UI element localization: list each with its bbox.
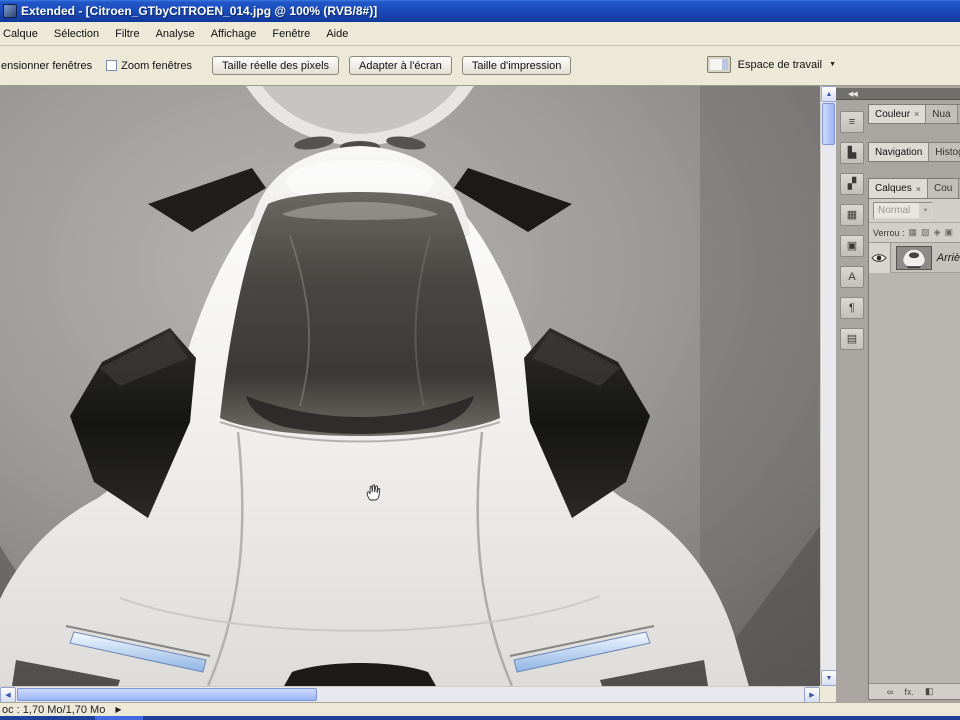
layer-name: Arriè — [936, 251, 960, 264]
print-size-button[interactable]: Taille d'impression — [461, 56, 572, 75]
histogram-panel-icon[interactable]: ▙ — [840, 142, 864, 164]
work-area: ▲ ▼ ◀ ▶ ◀◀ ≡ ▙ ▞ ▦ ▣ A ¶ ▤ Couleur × Nua… — [0, 86, 960, 703]
styles-panel-icon[interactable]: ▞ — [840, 173, 864, 195]
character-panel-icon[interactable]: A — [840, 266, 864, 288]
menu-analyse[interactable]: Analyse — [148, 24, 203, 44]
tab-histogramme[interactable]: Histog — [929, 143, 960, 161]
photoshop-window: Extended - [Citroen_GTbyCITROEN_014.jpg … — [0, 0, 960, 720]
car-image — [0, 86, 820, 686]
menu-calque[interactable]: Calque — [0, 24, 46, 44]
lock-transparency-icon[interactable]: ▦ — [909, 227, 918, 238]
tab-couleur[interactable]: Couleur × — [869, 105, 927, 123]
color-panel-tabs: Couleur × Nua — [868, 104, 960, 124]
taskbar-button-fragment — [95, 716, 143, 720]
app-icon[interactable] — [3, 4, 17, 18]
blend-mode-value: Normal — [878, 205, 911, 216]
menu-aide[interactable]: Aide — [318, 24, 356, 44]
horizontal-scrollbar[interactable]: ◀ ▶ — [0, 686, 820, 703]
lock-all-icon[interactable]: ▣ — [944, 227, 953, 238]
lock-position-icon[interactable]: ◈ — [934, 227, 941, 238]
taskbar-strip — [0, 716, 960, 720]
layer-visibility-toggle[interactable] — [869, 243, 891, 273]
clone-source-panel-icon[interactable]: ▣ — [840, 235, 864, 257]
tab-calques[interactable]: Calques × — [869, 179, 928, 198]
menubar: Calque Sélection Filtre Analyse Affichag… — [0, 22, 960, 46]
tab-couches[interactable]: Cou — [927, 179, 960, 198]
lock-label: Verrou : — [873, 227, 905, 238]
layers-list: Arriè — [869, 243, 960, 683]
tab-calques-label: Calques — [875, 183, 912, 194]
chevron-down-icon: ▼ — [919, 203, 932, 218]
layer-thumbnail-image — [897, 246, 931, 269]
menu-filtre[interactable]: Filtre — [107, 24, 147, 44]
color-sliders-panel-icon[interactable]: ≡ — [840, 111, 864, 133]
titlebar[interactable]: Extended - [Citroen_GTbyCITROEN_014.jpg … — [0, 0, 960, 22]
paragraph-panel-icon[interactable]: ¶ — [840, 297, 864, 319]
panel-icon-strip: ≡ ▙ ▞ ▦ ▣ A ¶ ▤ — [838, 102, 866, 702]
tab-couleur-label: Couleur — [875, 108, 911, 120]
scroll-left-button[interactable]: ◀ — [0, 687, 16, 703]
tab-nuancier[interactable]: Nua — [926, 105, 958, 123]
menu-selection[interactable]: Sélection — [46, 24, 107, 44]
lock-row: Verrou : ▦ ▨ ◈ ▣ — [869, 223, 960, 243]
chevron-down-icon: ▼ — [829, 61, 836, 68]
workspace-selector[interactable]: Espace de travail ▼ — [706, 56, 836, 73]
panel-dock: ◀◀ ≡ ▙ ▞ ▦ ▣ A ¶ ▤ Couleur × Nua Navigat… — [836, 86, 960, 702]
actual-pixels-button[interactable]: Taille réelle des pixels — [212, 56, 340, 75]
vertical-scrollbar[interactable]: ▲ ▼ — [820, 86, 837, 686]
layers-panel-tabs: Calques × Cou — [869, 179, 960, 199]
scroll-down-button[interactable]: ▼ — [821, 670, 837, 686]
vertical-scroll-thumb[interactable] — [822, 103, 835, 145]
close-icon[interactable]: × — [916, 184, 921, 194]
status-bar: oc : 1,70 Mo/1,70 Mo ▶ — [0, 702, 960, 716]
window-title: Extended - [Citroen_GTbyCITROEN_014.jpg … — [21, 4, 378, 18]
workspace-label: Espace de travail — [737, 58, 823, 71]
options-bar: ensionner fenêtres Zoom fenêtres Taille … — [0, 46, 960, 86]
status-flyout-button[interactable]: ▶ — [115, 705, 121, 714]
layers-panel: Calques × Cou Normal ▼ Verrou : ▦ ▨ ◈ ▣ … — [868, 178, 960, 700]
zoom-windows-label: Zoom fenêtres — [121, 59, 193, 72]
layer-thumbnail[interactable] — [895, 245, 932, 270]
eye-icon — [871, 253, 888, 262]
workspace-icon — [706, 56, 731, 73]
collapse-dock-button[interactable]: ◀◀ — [848, 90, 858, 98]
layer-style-icon[interactable]: fx. — [904, 687, 914, 697]
resize-windows-checkbox-label[interactable]: ensionner fenêtres — [1, 60, 92, 72]
menu-affichage[interactable]: Affichage — [203, 24, 265, 44]
lock-pixels-icon[interactable]: ▨ — [921, 227, 930, 238]
swatches-panel-icon[interactable]: ▦ — [840, 204, 864, 226]
scroll-right-button[interactable]: ▶ — [804, 687, 820, 703]
blend-mode-row: Normal ▼ — [869, 199, 960, 223]
navigator-panel-tabs: Navigation Histog — [868, 142, 960, 162]
layer-row-background[interactable]: Arriè — [869, 243, 960, 273]
close-icon[interactable]: × — [914, 109, 919, 119]
blend-mode-select[interactable]: Normal ▼ — [873, 202, 933, 219]
scroll-up-button[interactable]: ▲ — [821, 86, 837, 102]
layer-mask-icon[interactable]: ◧ — [925, 686, 934, 697]
doc-size-text: oc : 1,70 Mo/1,70 Mo — [2, 703, 106, 716]
dock-header: ◀◀ — [836, 88, 960, 100]
link-layers-icon[interactable]: ∞ — [887, 687, 893, 697]
fit-screen-button[interactable]: Adapter à l'écran — [349, 56, 452, 75]
info-panel-icon[interactable]: ▤ — [840, 328, 864, 350]
panel-column: Couleur × Nua Navigation Histog Calques … — [868, 100, 960, 702]
checkbox-box[interactable] — [106, 60, 118, 71]
scrollbar-corner — [820, 686, 836, 702]
horizontal-scroll-thumb[interactable] — [17, 688, 317, 701]
layers-panel-footer: ∞ fx. ◧ — [869, 683, 960, 699]
menu-fenetre[interactable]: Fenêtre — [264, 24, 318, 44]
tab-navigation[interactable]: Navigation — [869, 143, 930, 161]
document-canvas[interactable] — [0, 86, 820, 686]
zoom-windows-checkbox[interactable]: Zoom fenêtres — [106, 60, 192, 72]
